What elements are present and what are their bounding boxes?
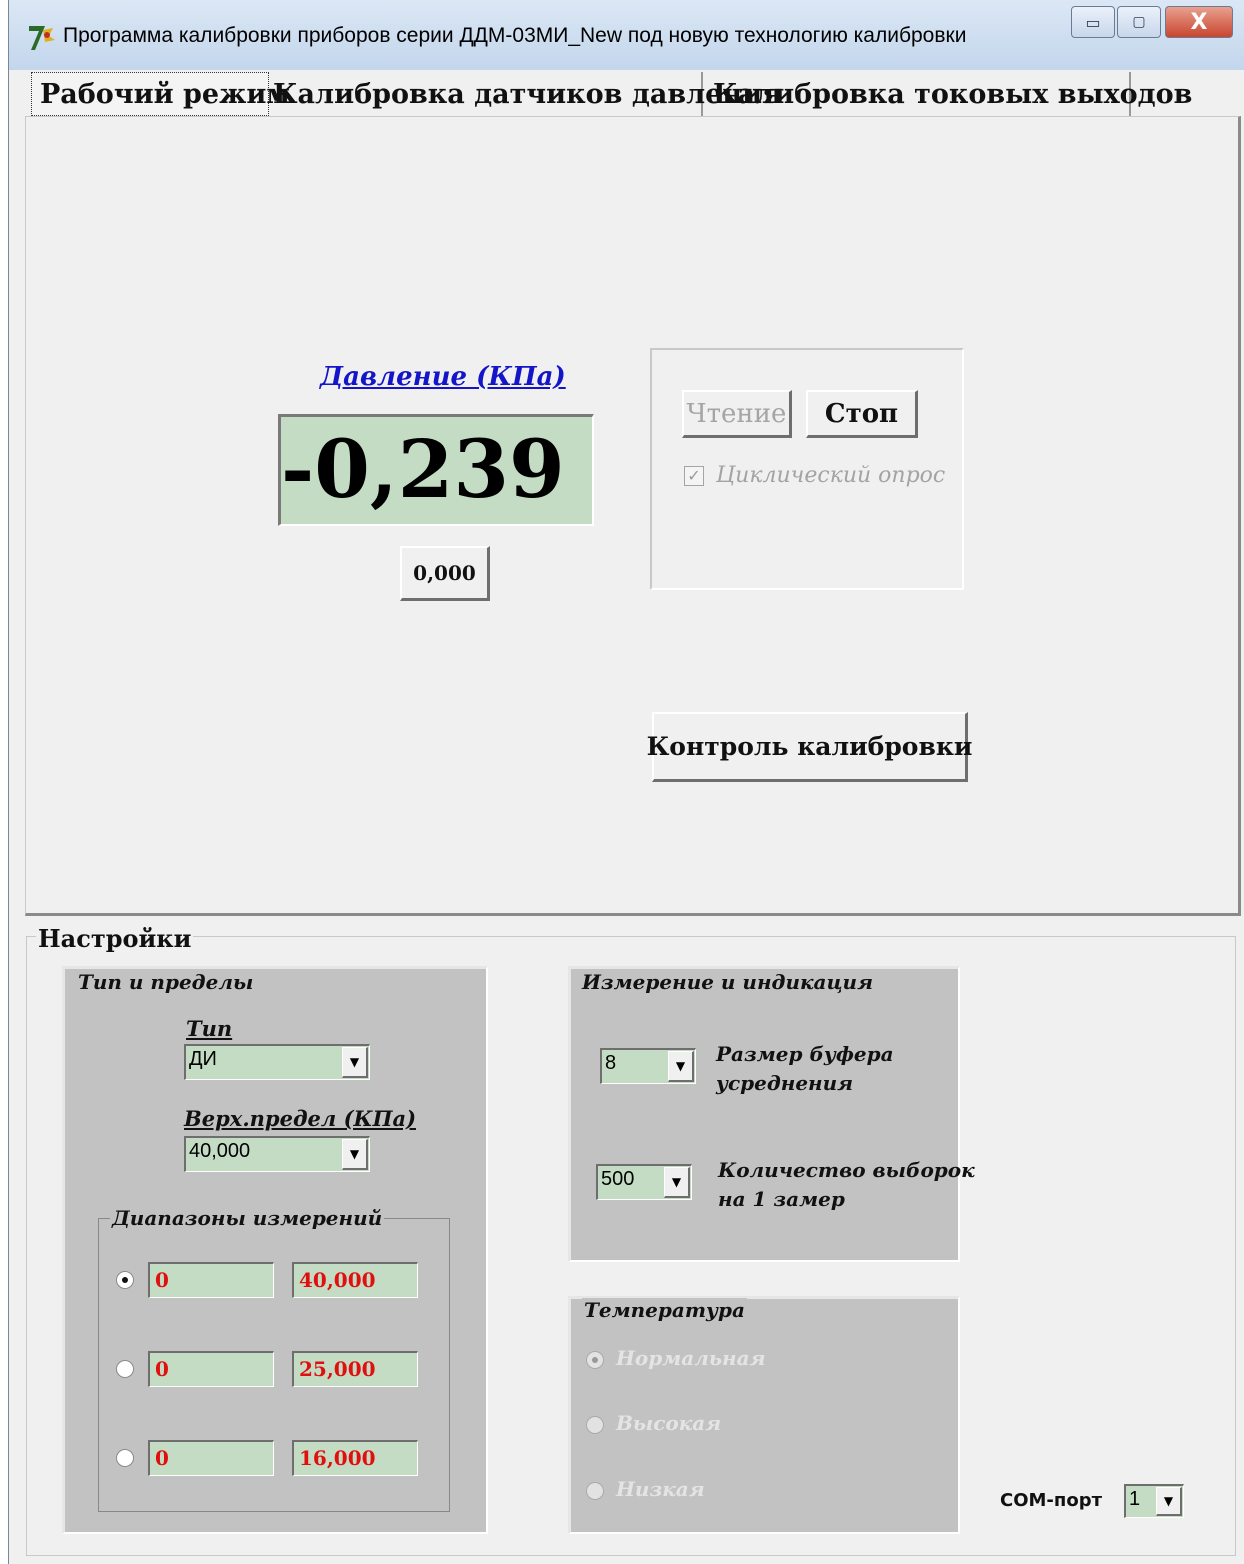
- type-label: Тип: [186, 1016, 233, 1041]
- maximize-button[interactable]: ▢: [1117, 6, 1161, 38]
- temperature-normal-radio[interactable]: [586, 1351, 604, 1369]
- buffer-size-value: 8: [605, 1052, 617, 1074]
- com-port-select[interactable]: 1 ▼: [1124, 1484, 1184, 1518]
- pressure-display: -0,239: [278, 414, 594, 526]
- buffer-size-label-line1: Размер буфера: [716, 1042, 894, 1066]
- pressure-value: -0,239: [281, 422, 565, 516]
- com-port-label: COM-порт: [1000, 1490, 1103, 1511]
- samples-label-line2: на 1 замер: [718, 1187, 845, 1211]
- buffer-size-select[interactable]: 8 ▼: [600, 1048, 696, 1084]
- tab-current-outputs-calibration[interactable]: Калибровка токовых выходов: [705, 72, 1192, 116]
- type-select[interactable]: ДИ ▼: [184, 1044, 370, 1080]
- stop-button[interactable]: Стоп: [806, 390, 918, 438]
- title-bar[interactable]: Программа калибровки приборов серии ДДМ-…: [9, 0, 1244, 70]
- temperature-low-radio[interactable]: [586, 1482, 604, 1500]
- tab-strip: Рабочий режим Калибровка датчиков давлен…: [25, 68, 1241, 118]
- upper-limit-value: 40,000: [189, 1140, 251, 1162]
- temperature-high-radio[interactable]: [586, 1416, 604, 1434]
- cyclic-poll-checkbox[interactable]: ✓: [684, 466, 704, 486]
- chevron-down-icon[interactable]: ▼: [342, 1139, 368, 1170]
- temperature-high-label: Высокая: [616, 1411, 722, 1435]
- cyclic-poll-label: Циклический опрос: [716, 463, 946, 488]
- com-port-value: 1: [1129, 1488, 1141, 1510]
- range-3-to[interactable]: 16,000: [292, 1440, 418, 1476]
- samples-select[interactable]: 500 ▼: [596, 1164, 692, 1200]
- samples-label-line1: Количество выборок: [718, 1158, 975, 1182]
- minimize-button[interactable]: ▭: [1071, 6, 1115, 38]
- type-select-value: ДИ: [189, 1048, 217, 1070]
- chevron-down-icon[interactable]: ▼: [668, 1051, 694, 1082]
- temperature-low-label: Низкая: [616, 1477, 705, 1501]
- buffer-size-label-line2: усреднения: [716, 1071, 854, 1095]
- tab-panel-work-mode: [25, 116, 1241, 916]
- tab-pressure-calibration[interactable]: Калибровка датчиков давления: [265, 72, 782, 116]
- range-radio-3[interactable]: [116, 1449, 134, 1467]
- zero-button[interactable]: 0,000: [400, 546, 490, 601]
- tab-work-mode[interactable]: Рабочий режим: [31, 72, 290, 116]
- samples-value: 500: [601, 1168, 635, 1190]
- ranges-title: Диапазоны измерений: [110, 1206, 385, 1230]
- measurement-title: Измерение и индикация: [580, 970, 876, 994]
- pressure-label[interactable]: Давление (КПа): [320, 362, 566, 392]
- app-icon: [29, 26, 55, 50]
- read-button[interactable]: Чтение: [682, 390, 792, 438]
- range-radio-2[interactable]: [116, 1360, 134, 1378]
- upper-limit-label: Верх.предел (КПа): [184, 1106, 417, 1131]
- chevron-down-icon[interactable]: ▼: [1156, 1487, 1182, 1516]
- temperature-normal-label: Нормальная: [616, 1346, 766, 1370]
- range-1-from[interactable]: 0: [148, 1262, 274, 1298]
- range-radio-1[interactable]: [116, 1271, 134, 1289]
- upper-limit-select[interactable]: 40,000 ▼: [184, 1136, 370, 1172]
- calibration-control-button[interactable]: Контроль калибровки: [647, 712, 972, 782]
- type-limits-title: Тип и пределы: [76, 970, 256, 994]
- close-button[interactable]: X: [1165, 6, 1233, 38]
- chevron-down-icon[interactable]: ▼: [342, 1047, 368, 1078]
- range-1-to[interactable]: 40,000: [292, 1262, 418, 1298]
- window-title: Программа калибровки приборов серии ДДМ-…: [63, 24, 967, 47]
- chevron-down-icon[interactable]: ▼: [664, 1167, 690, 1198]
- range-2-from[interactable]: 0: [148, 1351, 274, 1387]
- range-3-from[interactable]: 0: [148, 1440, 274, 1476]
- temperature-title: Температура: [582, 1298, 747, 1322]
- settings-title: Настройки: [36, 924, 194, 953]
- measurement-group: [568, 966, 960, 1262]
- range-2-to[interactable]: 25,000: [292, 1351, 418, 1387]
